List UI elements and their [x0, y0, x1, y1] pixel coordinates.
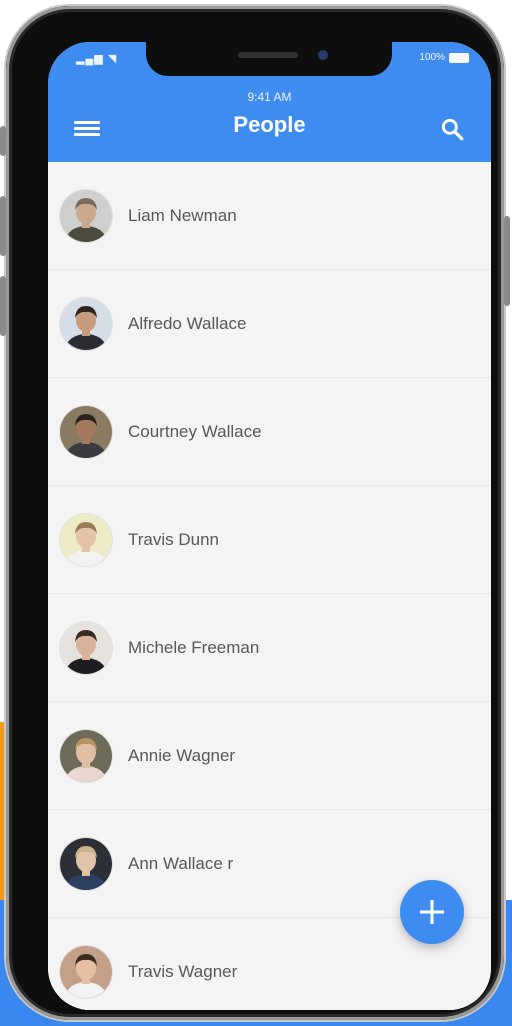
- avatar: [60, 298, 112, 350]
- list-item[interactable]: Alfredo Wallace: [48, 270, 491, 378]
- battery-percent: 100%: [419, 52, 445, 63]
- avatar: [60, 406, 112, 458]
- avatar-image: [60, 838, 112, 890]
- list-item[interactable]: Courtney Wallace: [48, 378, 491, 486]
- person-name: Michele Freeman: [128, 638, 260, 657]
- person-name: Courtney Wallace: [128, 422, 262, 441]
- phone-screen: ▂▄▆ ◥ 100% 9:41 AM People Liam Newman Al…: [48, 42, 491, 1010]
- search-icon: [441, 118, 464, 141]
- avatar: [60, 622, 112, 674]
- add-person-button[interactable]: [400, 880, 464, 944]
- list-item[interactable]: Liam Newman: [48, 162, 491, 270]
- person-name: Liam Newman: [128, 206, 237, 225]
- list-item[interactable]: Travis Dunn: [48, 486, 491, 594]
- phone-side-button: [0, 126, 6, 156]
- list-item[interactable]: Annie Wagner: [48, 702, 491, 810]
- avatar-image: [60, 622, 112, 674]
- battery-status: 100%: [419, 52, 469, 63]
- person-name: Alfredo Wallace: [128, 314, 247, 333]
- avatar-image: [60, 406, 112, 458]
- avatar-image: [60, 730, 112, 782]
- search-button[interactable]: [439, 116, 465, 142]
- person-name: Ann Wallace r: [128, 854, 234, 873]
- battery-icon: [449, 52, 469, 63]
- phone-frame: ▂▄▆ ◥ 100% 9:41 AM People Liam Newman Al…: [0, 6, 510, 1020]
- person-name: Travis Dunn: [128, 530, 220, 549]
- phone-side-button: [0, 276, 6, 336]
- phone-side-button: [504, 216, 510, 306]
- avatar-image: [60, 946, 112, 998]
- avatar: [60, 946, 112, 998]
- page-title: People: [233, 112, 306, 137]
- avatar-image: [60, 514, 112, 566]
- avatar: [60, 514, 112, 566]
- person-name: Annie Wagner: [128, 746, 236, 765]
- avatar-image: [60, 298, 112, 350]
- avatar: [60, 730, 112, 782]
- front-camera: [318, 50, 328, 60]
- status-time: 9:41 AM: [247, 90, 292, 104]
- signal-wifi-icon: ▂▄▆ ◥: [76, 53, 118, 65]
- phone-notch: [146, 42, 392, 76]
- avatar: [60, 838, 112, 890]
- phone-side-button: [0, 196, 6, 256]
- avatar-image: [60, 190, 112, 242]
- speaker-grille: [238, 52, 298, 58]
- avatar: [60, 190, 112, 242]
- list-item[interactable]: Michele Freeman: [48, 594, 491, 702]
- person-name: Travis Wagner: [128, 962, 238, 981]
